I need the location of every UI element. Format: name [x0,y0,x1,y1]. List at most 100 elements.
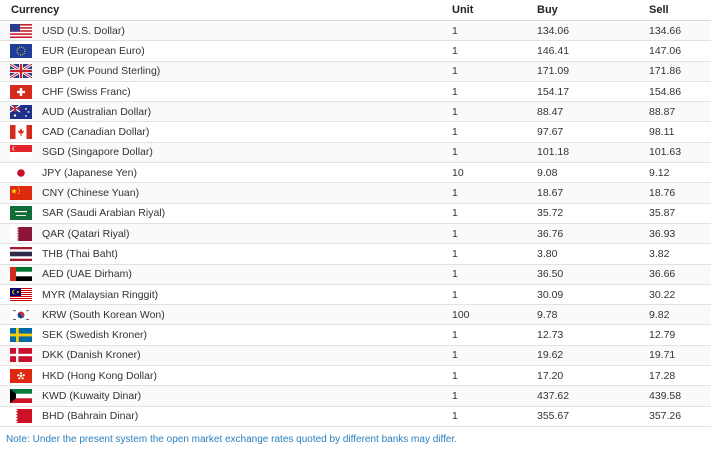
table-row: EUR (European Euro) 1 146.41 147.06 [0,40,711,62]
unit-cell: 1 [452,385,537,407]
buy-rate-cell: 146.41 [537,40,649,62]
currency-name: SGD (Singapore Dollar) [42,146,153,159]
currency-cell-content: CAD (Canadian Dollar) [0,125,452,140]
buy-rate-cell: 3.80 [537,243,649,265]
table-row: USD (U.S. Dollar) 1 134.06 134.66 [0,20,711,42]
table-row: CAD (Canadian Dollar) 1 97.67 98.11 [0,121,711,143]
currency-name: EUR (European Euro) [42,44,145,57]
currency-cell: THB (Thai Baht) [0,243,452,265]
unit-cell: 1 [452,20,537,42]
sell-rate-cell: 19.71 [649,345,711,367]
currency-cell-content: USD (U.S. Dollar) [0,23,452,38]
buy-rate-cell: 9.08 [537,162,649,184]
se-flag-icon [10,328,32,343]
ae-flag-icon [10,267,32,282]
currency-cell-content: HKD (Hong Kong Dollar) [0,368,452,383]
currency-cell: CHF (Swiss Franc) [0,81,452,103]
unit-cell: 1 [452,203,537,224]
header-currency: Currency [0,0,452,21]
currency-name: QAR (Qatari Riyal) [42,227,130,240]
sell-rate-cell: 12.79 [649,324,711,346]
kw-flag-icon [10,388,32,403]
exchange-rate-panel: Currency Unit Buy Sell USD (U.S. Dollar)… [0,0,711,470]
qa-flag-icon [10,226,32,241]
currency-cell-content: AUD (Australian Dollar) [0,104,452,119]
dk-flag-icon [10,348,32,363]
buy-rate-cell: 18.67 [537,182,649,204]
buy-rate-cell: 134.06 [537,20,649,42]
sell-rate-cell: 134.66 [649,20,711,42]
sell-rate-cell: 35.87 [649,203,711,224]
table-row: DKK (Danish Kroner) 1 19.62 19.71 [0,345,711,367]
buy-rate-cell: 35.72 [537,203,649,224]
table-row: HKD (Hong Kong Dollar) 1 17.20 17.28 [0,365,711,387]
buy-rate-cell: 36.76 [537,223,649,245]
buy-rate-cell: 9.78 [537,304,649,326]
table-row: SAR (Saudi Arabian Riyal) 1 35.72 35.87 [0,203,711,224]
unit-cell: 1 [452,121,537,143]
kr-flag-icon [10,307,32,322]
unit-cell: 1 [452,365,537,387]
buy-rate-cell: 355.67 [537,406,649,427]
table-row: KWD (Kuwaity Dinar) 1 437.62 439.58 [0,385,711,407]
buy-rate-cell: 154.17 [537,81,649,103]
unit-cell: 1 [452,40,537,62]
buy-rate-cell: 19.62 [537,345,649,367]
currency-cell: EUR (European Euro) [0,40,452,62]
currency-name: BHD (Bahrain Dinar) [42,410,139,423]
currency-cell: CAD (Canadian Dollar) [0,121,452,143]
unit-cell: 100 [452,304,537,326]
currency-name: DKK (Danish Kroner) [42,349,141,362]
sell-rate-cell: 154.86 [649,81,711,103]
sell-rate-cell: 17.28 [649,365,711,387]
currency-cell: CNY (Chinese Yuan) [0,182,452,204]
eu-flag-icon [10,43,32,58]
sell-rate-cell: 357.26 [649,406,711,427]
currency-cell-content: QAR (Qatari Riyal) [0,226,452,241]
currency-cell: SEK (Swedish Kroner) [0,324,452,346]
currency-name: KRW (South Korean Won) [42,308,165,321]
currency-name: CHF (Swiss Franc) [42,85,131,98]
bh-flag-icon [10,409,32,424]
currency-cell: HKD (Hong Kong Dollar) [0,365,452,387]
currency-cell-content: BHD (Bahrain Dinar) [0,409,452,424]
currency-cell: QAR (Qatari Riyal) [0,223,452,245]
buy-rate-cell: 12.73 [537,324,649,346]
table-row: JPY (Japanese Yen) 10 9.08 9.12 [0,162,711,184]
sell-rate-cell: 101.63 [649,142,711,164]
currency-cell-content: AED (UAE Dirham) [0,267,452,282]
currency-cell: DKK (Danish Kroner) [0,345,452,367]
au-flag-icon [10,104,32,119]
exchange-rate-table: Currency Unit Buy Sell USD (U.S. Dollar)… [0,0,711,427]
unit-cell: 1 [452,101,537,123]
currency-cell: GBP (UK Pound Sterling) [0,61,452,82]
currency-name: AED (UAE Dirham) [42,268,132,281]
currency-cell: KWD (Kuwaity Dinar) [0,385,452,407]
currency-cell-content: GBP (UK Pound Sterling) [0,64,452,79]
rates-disclaimer-note: Note: Under the present system the open … [6,434,458,445]
unit-cell: 10 [452,162,537,184]
currency-name: USD (U.S. Dollar) [42,24,125,37]
currency-cell-content: CNY (Chinese Yuan) [0,186,452,201]
currency-name: THB (Thai Baht) [42,247,118,260]
cn-flag-icon [10,186,32,201]
unit-cell: 1 [452,406,537,427]
header-unit: Unit [452,0,537,21]
sa-flag-icon [10,206,32,221]
currency-cell: AED (UAE Dirham) [0,264,452,285]
hk-flag-icon [10,368,32,383]
sell-rate-cell: 98.11 [649,121,711,143]
sell-rate-cell: 36.93 [649,223,711,245]
unit-cell: 1 [452,81,537,103]
jp-flag-icon [10,165,32,180]
header-buy: Buy [537,0,649,21]
currency-cell: KRW (South Korean Won) [0,304,452,326]
ca-flag-icon [10,125,32,140]
unit-cell: 1 [452,264,537,285]
currency-cell-content: SEK (Swedish Kroner) [0,328,452,343]
buy-rate-cell: 437.62 [537,385,649,407]
sell-rate-cell: 439.58 [649,385,711,407]
unit-cell: 1 [452,345,537,367]
table-row: KRW (South Korean Won) 100 9.78 9.82 [0,304,711,326]
currency-name: SAR (Saudi Arabian Riyal) [42,207,166,220]
